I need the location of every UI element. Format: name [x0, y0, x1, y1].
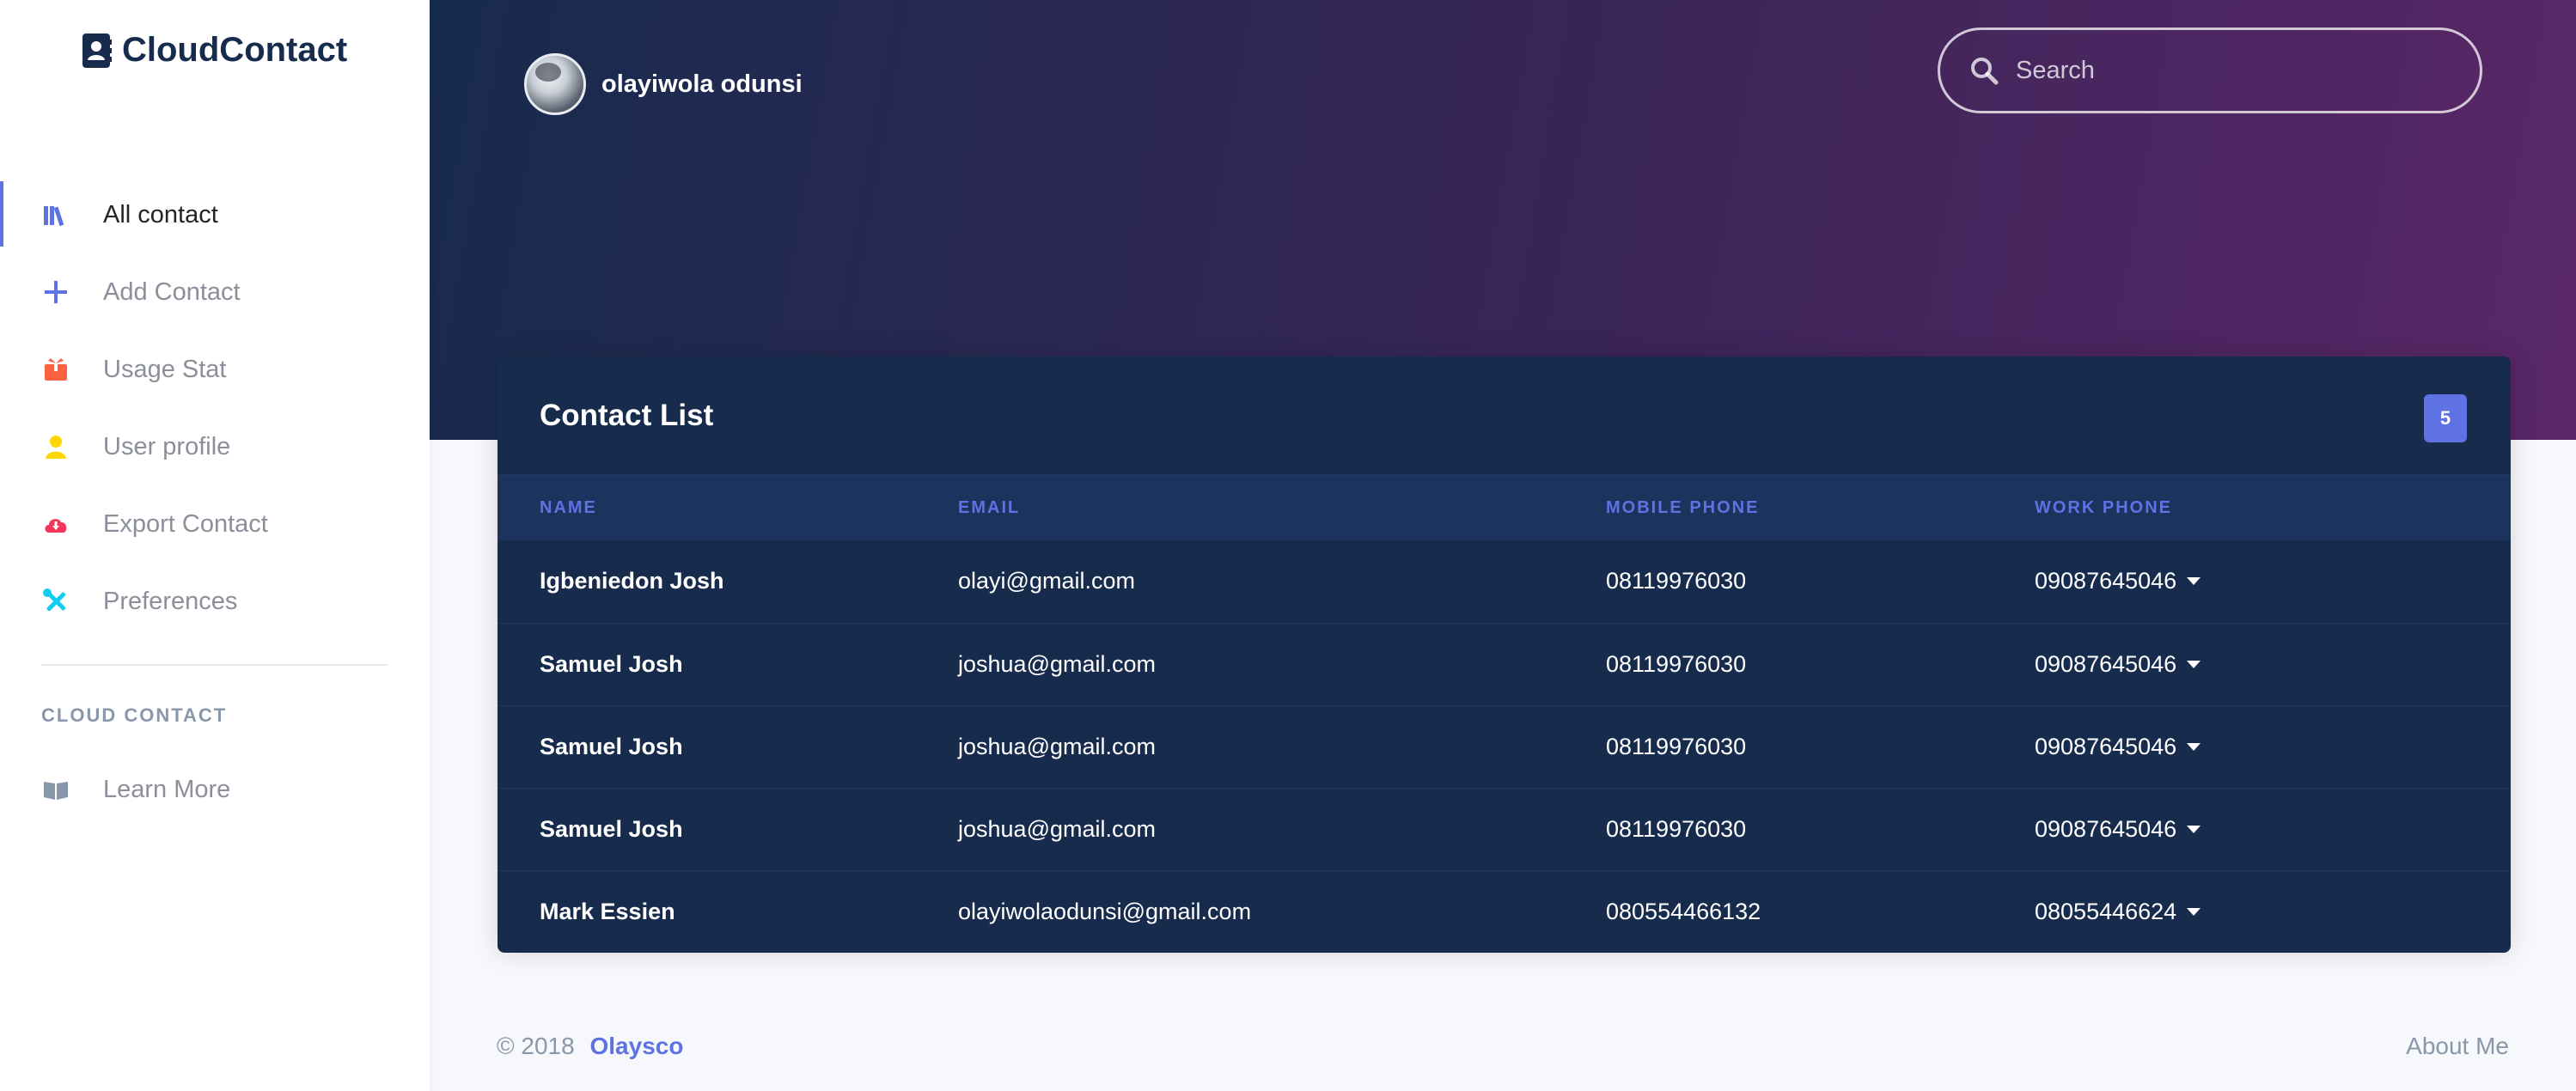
caret-down-icon [2187, 907, 2201, 916]
card-header: Contact List 5 [497, 357, 2511, 475]
author-link[interactable]: Olaysco [589, 1033, 683, 1059]
sidebar-section-heading: CLOUD CONTACT [41, 704, 228, 726]
contact-work-cell: 09087645046 [2035, 540, 2511, 623]
sidebar-item-preferences[interactable]: Preferences [0, 563, 430, 640]
user-icon [41, 432, 70, 461]
contact-work: 09087645046 [2035, 815, 2177, 842]
contact-email: olayi@gmail.com [958, 568, 1135, 594]
sidebar-item-user-profile[interactable]: User profile [0, 408, 430, 485]
contact-name: Mark Essien [540, 898, 675, 924]
sidebar-item-export-contact[interactable]: Export Contact [0, 485, 430, 563]
sidebar-divider [41, 664, 388, 666]
contacts-table: NAME EMAIL MOBILE PHONE WORK PHONE Igben… [497, 475, 2511, 953]
column-header-work-phone[interactable]: WORK PHONE [2035, 475, 2511, 540]
sidebar-secondary-nav: Learn More [0, 751, 430, 828]
contact-mobile: 08119976030 [1606, 568, 1747, 594]
sidebar-item-add-contact[interactable]: Add Contact [0, 253, 430, 331]
footer-copyright: © 2018 Olaysco [497, 1033, 683, 1060]
search-bar [1938, 27, 2482, 113]
contact-name: Samuel Josh [540, 650, 683, 677]
card-title: Contact List [540, 398, 714, 432]
avatar [524, 53, 586, 115]
work-phone-dropdown[interactable]: 09087645046 [2035, 734, 2201, 760]
work-phone-dropdown[interactable]: 08055446624 [2035, 899, 2201, 925]
column-header-name[interactable]: NAME [497, 475, 958, 540]
contact-work-cell: 08055446624 [2035, 870, 2511, 953]
cloud-download-icon [41, 509, 70, 539]
sidebar-item-learn-more[interactable]: Learn More [0, 751, 430, 828]
sidebar-item-usage-stat[interactable]: Usage Stat [0, 331, 430, 408]
contact-work: 08055446624 [2035, 898, 2177, 924]
contact-work: 09087645046 [2035, 733, 2177, 759]
column-header-mobile-phone[interactable]: MOBILE PHONE [1606, 475, 2035, 540]
caret-down-icon [2187, 660, 2201, 668]
search-icon [1971, 58, 1999, 85]
column-header-email[interactable]: EMAIL [958, 475, 1606, 540]
work-phone-dropdown[interactable]: 09087645046 [2035, 568, 2201, 594]
book-open-icon [41, 775, 70, 804]
contact-name: Samuel Josh [540, 733, 683, 759]
copyright-text: © 2018 [497, 1033, 575, 1059]
table-header-row: NAME EMAIL MOBILE PHONE WORK PHONE [497, 475, 2511, 540]
table-row[interactable]: Samuel Josh joshua@gmail.com 08119976030… [497, 788, 2511, 870]
contact-work-cell: 09087645046 [2035, 788, 2511, 870]
gift-box-icon [41, 355, 70, 384]
contact-name: Samuel Josh [540, 815, 683, 842]
search-input[interactable] [2016, 45, 2480, 96]
sidebar-item-label: Export Contact [103, 509, 268, 538]
contact-email: olayiwolaodunsi@gmail.com [958, 898, 1252, 924]
contact-work: 09087645046 [2035, 650, 2177, 677]
contact-list-card: Contact List 5 NAME EMAIL MOBILE PHONE W… [497, 357, 2511, 953]
sidebar: CloudContact All contact Add Contact Usa… [0, 0, 430, 1091]
plus-icon [41, 277, 70, 307]
contact-work-cell: 09087645046 [2035, 623, 2511, 705]
caret-down-icon [2187, 742, 2201, 751]
table-row[interactable]: Mark Essien olayiwolaodunsi@gmail.com 08… [497, 870, 2511, 953]
caret-down-icon [2187, 825, 2201, 833]
table-row[interactable]: Igbeniedon Josh olayi@gmail.com 08119976… [497, 540, 2511, 623]
sidebar-item-label: Learn More [103, 775, 231, 803]
contact-mobile: 08119976030 [1606, 650, 1747, 677]
sidebar-item-label: Preferences [103, 587, 238, 615]
sidebar-nav: All contact Add Contact Usage Stat User … [0, 176, 430, 640]
contact-mobile: 080554466132 [1606, 898, 1761, 924]
contact-book-icon [82, 33, 112, 68]
work-phone-dropdown[interactable]: 09087645046 [2035, 651, 2201, 678]
contact-work: 09087645046 [2035, 568, 2177, 594]
contact-email: joshua@gmail.com [958, 650, 1157, 677]
sidebar-item-all-contact[interactable]: All contact [0, 176, 430, 253]
user-menu[interactable]: olayiwola odunsi [524, 53, 803, 115]
contact-mobile: 08119976030 [1606, 815, 1747, 842]
contact-name: Igbeniedon Josh [540, 568, 724, 594]
contact-email: joshua@gmail.com [958, 733, 1157, 759]
work-phone-dropdown[interactable]: 09087645046 [2035, 816, 2201, 843]
table-row[interactable]: Samuel Josh joshua@gmail.com 08119976030… [497, 623, 2511, 705]
sidebar-item-label: Add Contact [103, 277, 241, 306]
sidebar-item-label: All contact [103, 200, 218, 229]
brand-name: CloudContact [122, 31, 348, 69]
sidebar-item-label: User profile [103, 432, 231, 460]
table-row[interactable]: Samuel Josh joshua@gmail.com 08119976030… [497, 705, 2511, 788]
user-name: olayiwola odunsi [601, 70, 803, 98]
books-icon [41, 200, 70, 229]
contact-mobile: 08119976030 [1606, 733, 1747, 759]
tools-icon [41, 587, 70, 616]
contact-count-badge: 5 [2424, 394, 2467, 442]
contact-email: joshua@gmail.com [958, 815, 1157, 842]
contact-work-cell: 09087645046 [2035, 705, 2511, 788]
about-me-link[interactable]: About Me [2406, 1033, 2509, 1060]
brand-logo[interactable]: CloudContact [81, 31, 347, 70]
caret-down-icon [2187, 577, 2201, 586]
sidebar-item-label: Usage Stat [103, 355, 227, 383]
